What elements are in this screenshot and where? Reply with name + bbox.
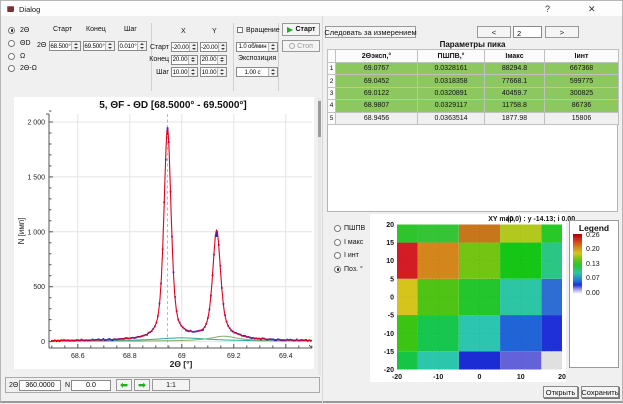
svg-text:-20: -20 — [384, 367, 394, 374]
svg-text:10: 10 — [517, 374, 525, 381]
svg-text:10: 10 — [386, 258, 394, 265]
svg-text:20: 20 — [386, 222, 394, 229]
svg-text:20: 20 — [558, 374, 566, 381]
svg-text:-5: -5 — [388, 313, 394, 320]
svg-text:0: 0 — [390, 295, 394, 302]
svg-text:(0,0) : y -14.13; i 0.00: (0,0) : y -14.13; i 0.00 — [507, 216, 575, 223]
svg-text:-15: -15 — [384, 349, 394, 356]
svg-text:-20: -20 — [392, 374, 402, 381]
svg-text:-10: -10 — [433, 374, 443, 381]
svg-text:0: 0 — [478, 374, 482, 381]
svg-text:15: 15 — [386, 240, 394, 247]
svg-text:5: 5 — [390, 276, 394, 283]
svg-text:-10: -10 — [384, 331, 394, 338]
